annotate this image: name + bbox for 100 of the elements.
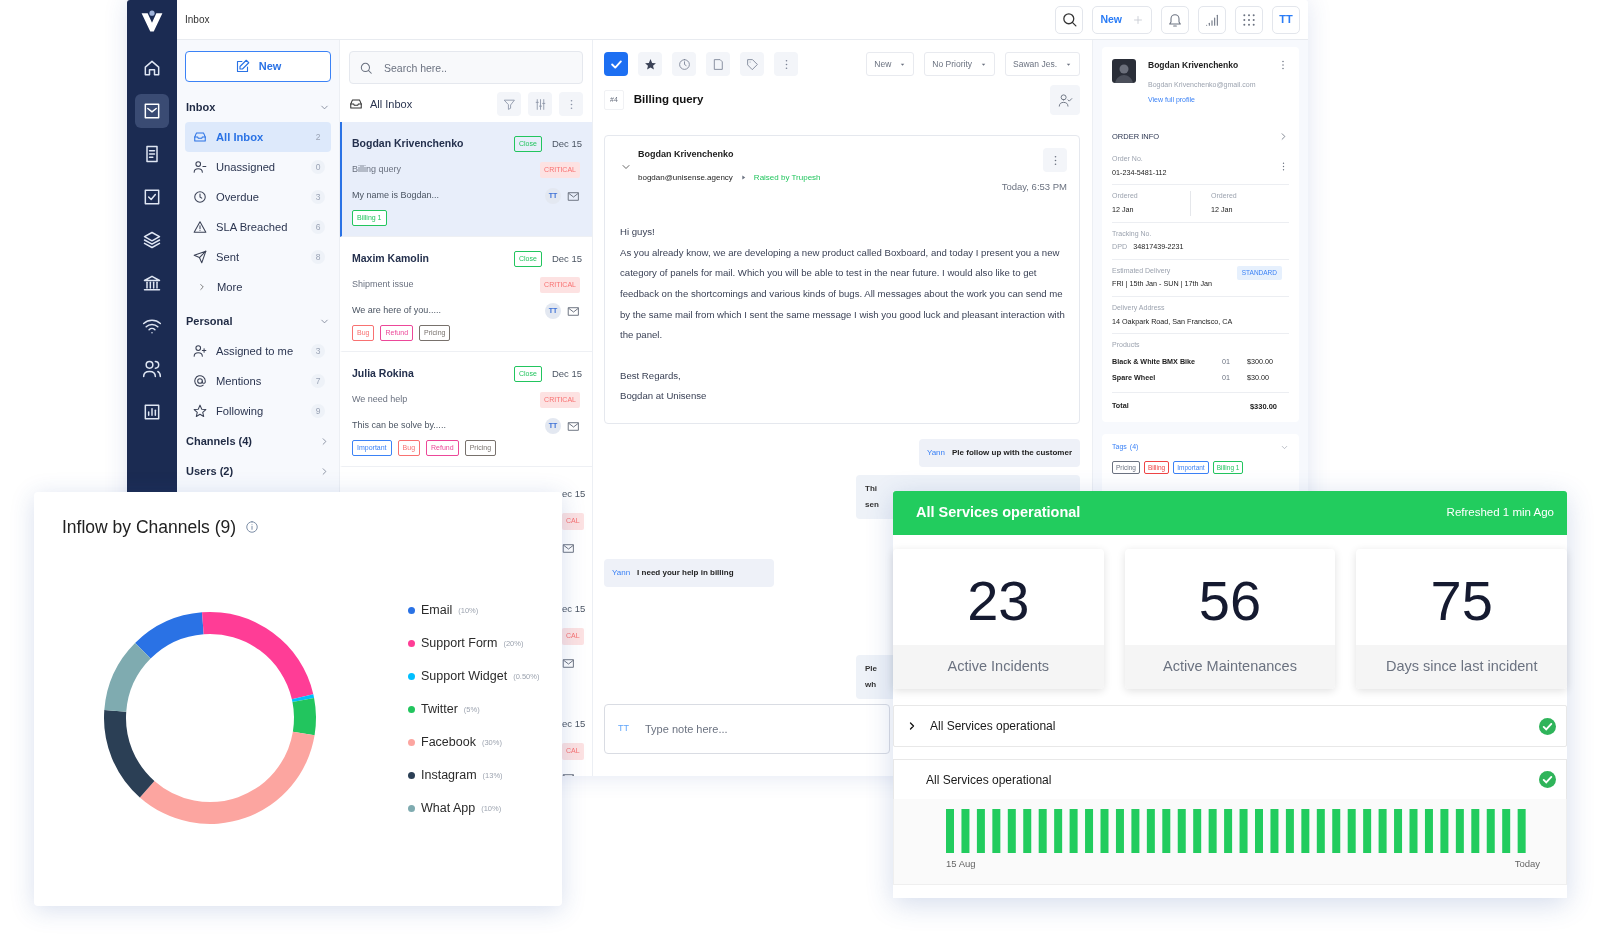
play-icon	[739, 174, 747, 181]
subject-text: Billing query	[352, 163, 402, 177]
new-button[interactable]: New	[1092, 5, 1152, 34]
sender-name: Bogdan Krivenchenko	[638, 148, 735, 161]
new-button[interactable]: New	[185, 51, 331, 82]
legend-label: Email	[421, 602, 453, 620]
select-checkbox[interactable]	[604, 52, 628, 76]
note-text: Ple follow up with the customer	[952, 447, 1072, 459]
page-title: Inbox	[185, 13, 210, 27]
rail-button[interactable]	[135, 94, 169, 128]
note-text: wh	[865, 679, 877, 691]
sliders-icon	[533, 97, 547, 111]
status-label: All Services operational	[926, 771, 1052, 789]
date-text: ec 15	[562, 487, 586, 501]
section-title: Channels (4)	[186, 433, 252, 449]
section-header[interactable]: Users (2)	[185, 456, 331, 486]
assign-button[interactable]	[1050, 85, 1080, 115]
note-button[interactable]	[706, 52, 730, 76]
subject-text: We need help	[352, 393, 408, 407]
legend-label: Support Widget	[421, 668, 508, 686]
logo	[139, 8, 165, 34]
signal-button[interactable]	[1198, 5, 1226, 34]
nav-item[interactable]: Unassigned 0	[185, 152, 331, 182]
stat-value: 56	[1197, 568, 1263, 634]
user-avatar[interactable]: TT	[1272, 5, 1300, 34]
section-title: Inbox	[186, 99, 216, 115]
star-button[interactable]	[638, 52, 662, 76]
item-count: 9	[311, 404, 325, 418]
note-text: sen	[865, 499, 879, 511]
nav-item[interactable]: All Inbox 2	[185, 122, 331, 152]
note-text: Thi	[865, 483, 877, 495]
person-check-icon	[1057, 92, 1073, 108]
assignee-dropdown[interactable]: Sawan Jes.	[1005, 52, 1080, 76]
users-icon	[142, 359, 162, 379]
note-icon	[711, 57, 725, 71]
legend-label: Facebook	[421, 734, 476, 752]
preview-text: We are here of you.....	[352, 304, 441, 318]
status-title: All Services operational	[916, 503, 1081, 523]
date-text: Dec 15	[551, 251, 582, 266]
item-count: 6	[311, 220, 325, 234]
item-count: 0	[311, 160, 325, 174]
item-count: 3	[311, 190, 325, 204]
send-icon	[193, 250, 207, 264]
section-header[interactable]: Inbox	[185, 92, 331, 122]
note-text: Ple	[865, 663, 877, 675]
sender-name: Bogdan Krivenchenko	[352, 136, 464, 152]
edit-icon	[234, 59, 250, 74]
nav-item[interactable]: Sent 8	[185, 242, 331, 272]
date-text: ec 15	[562, 602, 586, 616]
status-dropdown[interactable]: New	[866, 52, 915, 76]
message-paragraph: As you already know, we are developing a new product called Boxboard, and today I present you a new category of panels for mail. Which you will be able to test in the near future. I would also like to get feedback on the shortcomings and various kinds of bugs. All messages about the work you can send me by the same mail from which I sent the same message I wish you good luck and pleasant interaction with the panel.	[620, 245, 1066, 343]
section-header[interactable]: Personal	[185, 306, 331, 336]
nav-item[interactable]: Assigned to me 3	[185, 336, 331, 366]
clock-icon	[193, 190, 207, 204]
tray-icon	[193, 130, 207, 144]
layers-icon	[142, 230, 162, 250]
nav-item[interactable]: Mentions 7	[185, 366, 331, 396]
search-box[interactable]: Search here..	[349, 51, 583, 84]
section-header[interactable]: Channels (4)	[185, 426, 331, 456]
date-text: Dec 15	[551, 366, 582, 381]
preview-text: My name is Bogdan...	[352, 189, 440, 203]
apps-button[interactable]	[1235, 5, 1263, 34]
date-label: Today	[1514, 857, 1540, 871]
tag-button[interactable]	[740, 52, 764, 76]
chart-icon	[142, 402, 162, 422]
priority-dropdown[interactable]: No Priority	[924, 52, 996, 76]
bell-icon	[1167, 11, 1183, 28]
search-button[interactable]	[1055, 5, 1084, 34]
info-icon	[245, 520, 260, 535]
preview-text: This can be solve by.....	[352, 419, 446, 433]
tray-icon	[349, 97, 363, 111]
item-count: 7	[311, 374, 325, 388]
nav-item[interactable]: SLA Breached 6	[185, 212, 331, 242]
list-title: All Inbox	[370, 96, 414, 112]
search-field[interactable]: Search here..	[382, 52, 573, 83]
customer-name: Bogdan Krivenchenko	[1148, 59, 1240, 72]
stat-value: 75	[1429, 568, 1494, 634]
date-text: ec 15	[562, 717, 586, 731]
message-time: Today, 6:53 PM	[1001, 180, 1067, 194]
at-sign-icon	[193, 374, 207, 388]
avatar	[1112, 59, 1136, 83]
clock-icon	[677, 57, 691, 71]
note-author: Yann	[926, 447, 945, 459]
user-initials: TT	[618, 722, 629, 736]
section-title: Users (2)	[186, 463, 234, 479]
refresh-text: Refreshed 1 min Ago	[1446, 505, 1554, 521]
status-row[interactable]: All Services operational	[893, 705, 1567, 747]
chart-title: Inflow by Channels (9)	[62, 516, 237, 539]
legend-label: Instagram	[421, 767, 477, 785]
note-text: I need your help in billing	[637, 567, 734, 579]
message-paragraph: Hi guys!	[620, 225, 656, 240]
legend-label: What App	[421, 800, 476, 818]
nav-item[interactable]: Following 9	[185, 396, 331, 426]
more-button[interactable]: More	[185, 272, 249, 302]
nav-item[interactable]: Overdue 3	[185, 182, 331, 212]
status-label: All Services operational	[930, 718, 1056, 735]
section-title: Personal	[186, 313, 233, 329]
sliders-button[interactable]	[528, 92, 552, 116]
home-icon	[142, 58, 162, 78]
bank-icon	[142, 273, 162, 293]
